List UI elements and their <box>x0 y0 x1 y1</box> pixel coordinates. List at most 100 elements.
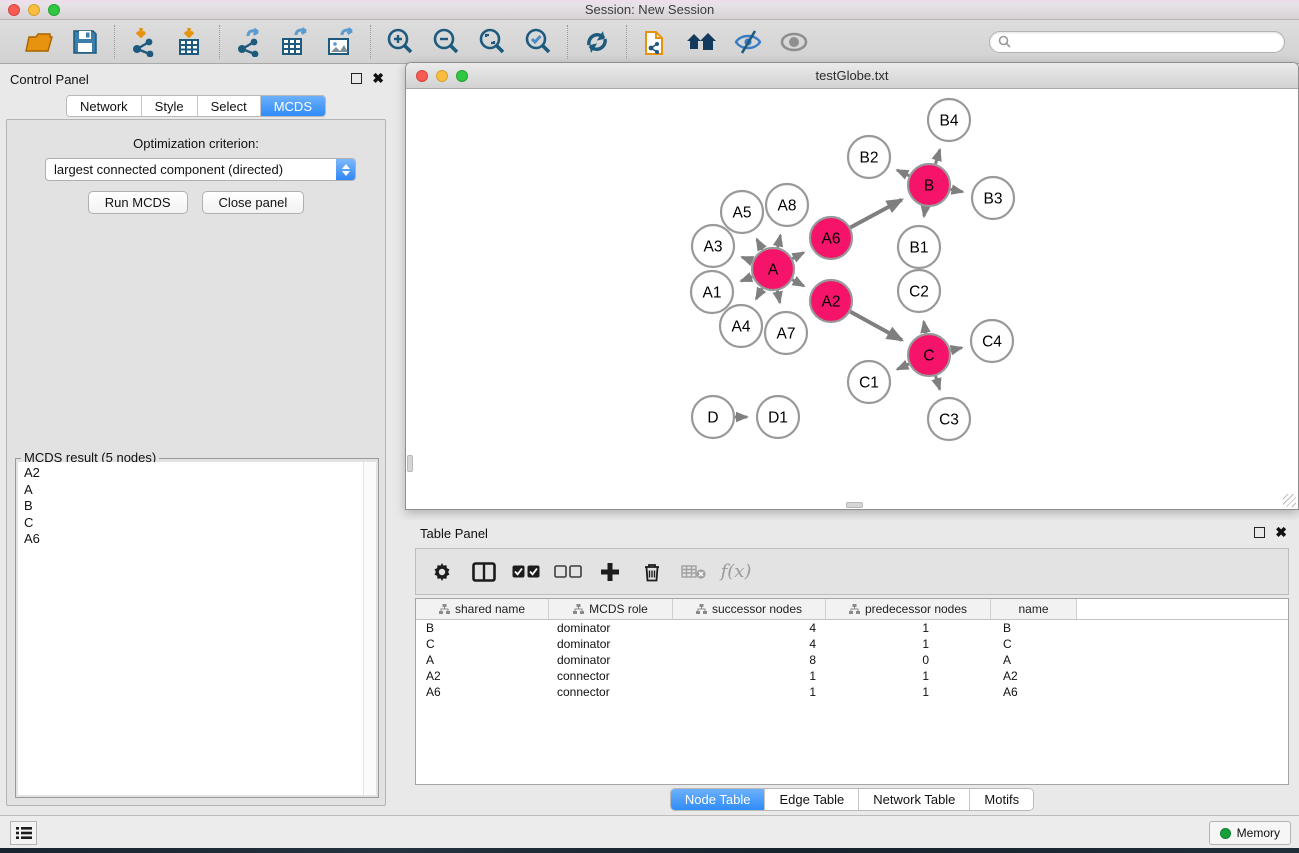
edge-A-A8[interactable] <box>778 235 781 247</box>
show-task-history-icon[interactable] <box>10 821 37 845</box>
memory-button[interactable]: Memory <box>1209 821 1291 845</box>
mcds-result-list[interactable]: A2ABCA6 <box>18 462 376 795</box>
column-header-successor-nodes[interactable]: successor nodes <box>673 599 826 620</box>
edge-A-A1[interactable] <box>741 277 752 281</box>
table-cell[interactable]: A2 <box>991 668 1077 684</box>
mcds-result-item[interactable]: A <box>24 482 357 499</box>
horizontal-scroll-thumb[interactable] <box>846 502 863 508</box>
table-cell[interactable]: 0 <box>826 652 991 668</box>
table-cell[interactable] <box>1077 668 1288 684</box>
mcds-result-item[interactable]: A2 <box>24 465 357 482</box>
table-cell[interactable]: connector <box>549 684 673 700</box>
unselect-all-icon[interactable] <box>550 553 586 591</box>
search-input[interactable] <box>1016 35 1276 49</box>
edge-A-A6[interactable] <box>792 253 803 259</box>
resize-grip[interactable] <box>1283 494 1296 507</box>
table-row[interactable]: A2connector11A2 <box>416 668 1288 684</box>
table-cell[interactable]: 4 <box>673 620 826 636</box>
network-window-titlebar[interactable]: testGlobe.txt <box>406 63 1298 89</box>
table-cell[interactable]: C <box>416 636 549 652</box>
function-builder-icon[interactable]: f(x) <box>718 553 754 591</box>
hide-graphics-icon[interactable] <box>729 24 767 60</box>
zoom-in-icon[interactable] <box>381 24 419 60</box>
table-cell[interactable]: 1 <box>673 684 826 700</box>
table-cell[interactable]: 1 <box>826 620 991 636</box>
mcds-result-item[interactable]: C <box>24 515 357 532</box>
network-from-file-icon[interactable] <box>637 24 675 60</box>
table-cell[interactable]: dominator <box>549 620 673 636</box>
table-cell[interactable]: A <box>416 652 549 668</box>
zoom-out-icon[interactable] <box>427 24 465 60</box>
table-cell[interactable]: 1 <box>826 684 991 700</box>
edge-A-A5[interactable] <box>757 239 763 249</box>
edge-B-B4[interactable] <box>935 150 939 164</box>
edge-B-B3[interactable] <box>951 189 963 191</box>
table-cell[interactable]: B <box>416 620 549 636</box>
import-network-icon[interactable] <box>125 24 163 60</box>
column-header-mcds-role[interactable]: MCDS role <box>549 599 673 620</box>
table-cell[interactable]: 1 <box>673 668 826 684</box>
tab-node-table[interactable]: Node Table <box>671 789 766 810</box>
edge-C-C3[interactable] <box>936 376 940 389</box>
table-cell[interactable]: A6 <box>991 684 1077 700</box>
import-table-icon[interactable] <box>171 24 209 60</box>
edge-A-A2[interactable] <box>792 280 804 286</box>
table-cell[interactable] <box>1077 620 1288 636</box>
tab-edge-table[interactable]: Edge Table <box>765 789 859 810</box>
table-row[interactable]: A6connector11A6 <box>416 684 1288 700</box>
optimization-criterion-select[interactable]: largest connected component (directed) <box>45 158 356 181</box>
tab-network-table[interactable]: Network Table <box>859 789 970 810</box>
edge-A6-B[interactable] <box>850 200 901 228</box>
table-cell[interactable]: 8 <box>673 652 826 668</box>
table-cell[interactable]: A2 <box>416 668 549 684</box>
mcds-result-item[interactable]: B <box>24 498 357 515</box>
table-row[interactable]: Adominator80A <box>416 652 1288 668</box>
save-session-icon[interactable] <box>66 24 104 60</box>
table-cell[interactable]: 1 <box>826 668 991 684</box>
close-panel-button[interactable]: Close panel <box>202 191 305 214</box>
mcds-result-item[interactable]: A6 <box>24 531 357 548</box>
close-table-panel-icon[interactable]: ✖ <box>1275 527 1287 538</box>
delete-column-icon[interactable] <box>634 553 670 591</box>
select-all-icon[interactable] <box>508 553 544 591</box>
table-settings-icon[interactable] <box>424 553 460 591</box>
open-file-icon[interactable] <box>20 24 58 60</box>
delete-table-icon[interactable] <box>676 553 712 591</box>
table-row[interactable]: Bdominator41B <box>416 620 1288 636</box>
table-cell[interactable] <box>1077 652 1288 668</box>
export-image-icon[interactable] <box>322 24 360 60</box>
table-cell[interactable]: A6 <box>416 684 549 700</box>
table-cell[interactable]: A <box>991 652 1077 668</box>
table-cell[interactable] <box>1077 684 1288 700</box>
edge-A2-C[interactable] <box>850 312 902 340</box>
show-columns-icon[interactable] <box>466 553 502 591</box>
network-canvas[interactable]: B4B2BB3A8A5A6B1A3AA1C2A2A4A7C4CC1C3DD1 <box>408 89 1296 507</box>
table-cell[interactable]: connector <box>549 668 673 684</box>
vertical-scroll-thumb[interactable] <box>407 455 413 472</box>
edge-C-C2[interactable] <box>924 322 926 334</box>
show-all-networks-icon[interactable] <box>683 24 721 60</box>
table-cell[interactable]: C <box>991 636 1077 652</box>
edge-A-A7[interactable] <box>777 291 779 303</box>
run-mcds-button[interactable]: Run MCDS <box>88 191 188 214</box>
edge-B-B2[interactable] <box>897 170 909 176</box>
export-network-icon[interactable] <box>230 24 268 60</box>
table-cell[interactable]: dominator <box>549 652 673 668</box>
export-table-icon[interactable] <box>276 24 314 60</box>
column-header-name[interactable]: name <box>991 599 1077 620</box>
zoom-selected-icon[interactable] <box>519 24 557 60</box>
edge-C-C4[interactable] <box>950 348 961 351</box>
float-panel-icon[interactable] <box>351 73 362 84</box>
edge-A-A3[interactable] <box>742 257 753 261</box>
edge-B-B1[interactable] <box>924 207 926 217</box>
table-cell[interactable] <box>1077 636 1288 652</box>
tab-style[interactable]: Style <box>142 96 198 116</box>
edge-C-C1[interactable] <box>897 364 909 369</box>
column-header-predecessor-nodes[interactable]: predecessor nodes <box>826 599 991 620</box>
float-table-panel-icon[interactable] <box>1254 527 1265 538</box>
close-panel-icon[interactable]: ✖ <box>372 73 384 84</box>
add-column-icon[interactable] <box>592 553 628 591</box>
search-field[interactable] <box>989 31 1285 53</box>
column-header-shared-name[interactable]: shared name <box>416 599 549 620</box>
tab-mcds[interactable]: MCDS <box>261 96 325 116</box>
